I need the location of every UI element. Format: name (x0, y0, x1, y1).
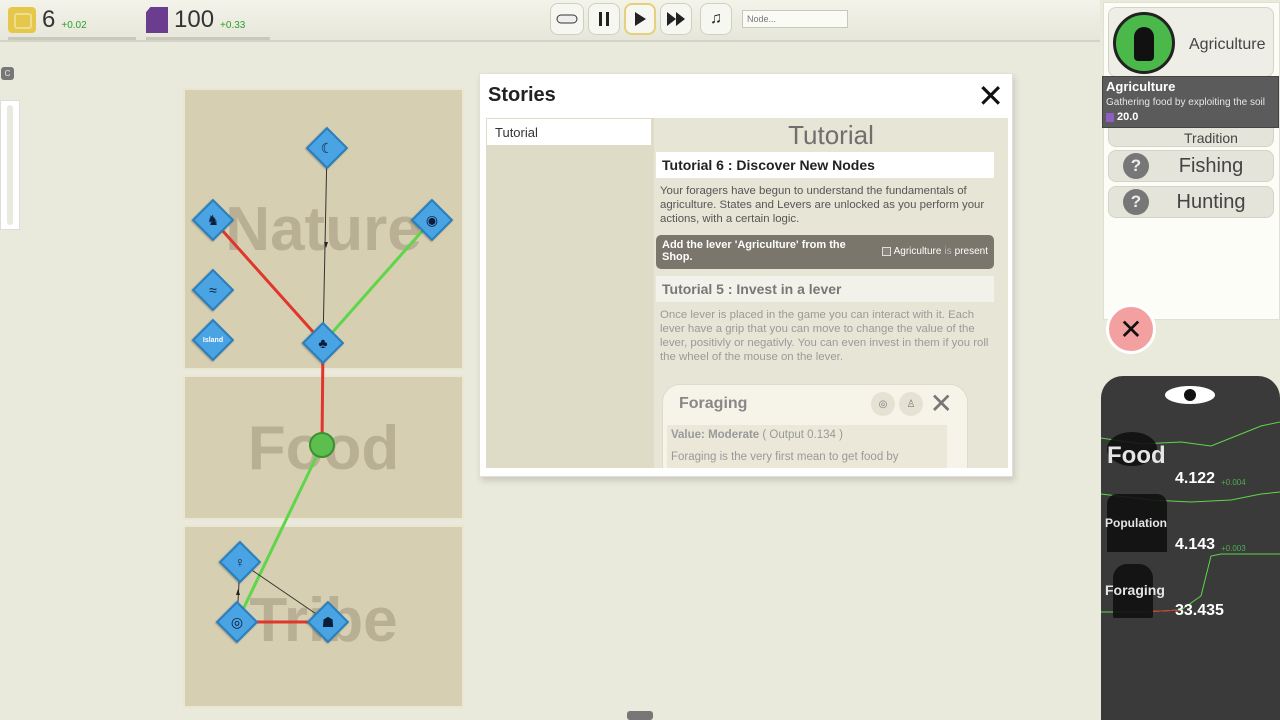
question-icon: ? (1123, 153, 1149, 179)
tooltip-cost: 20.0 (1106, 111, 1275, 123)
stats-panel: Food 4.122 +0.004 Population 4.143 +0.00… (1101, 376, 1280, 720)
island-label: Island (202, 336, 224, 344)
knowledge-resource: 100 +0.33 (146, 4, 270, 40)
population-stat-value: 4.143 (1175, 536, 1216, 553)
story-list: Tutorial (486, 118, 652, 468)
knowledge-icon (146, 7, 168, 33)
knowledge-delta: +0.33 (220, 19, 246, 31)
tooltip-cost-value: 20.0 (1117, 111, 1139, 123)
story-content[interactable]: Tutorial Tutorial 6 : Discover New Nodes… (654, 118, 1008, 468)
music-note-icon: ♫ (710, 10, 722, 27)
c-tag[interactable]: C (1, 67, 14, 80)
hunting-lever-button[interactable]: ? Hunting (1108, 186, 1274, 218)
target-icon[interactable]: ◎ (871, 392, 895, 416)
goal-checkbox (881, 247, 891, 256)
moon-icon: ☾ (320, 139, 334, 156)
pregnant-woman-icon: ♀ (234, 554, 246, 570)
stories-title: Stories (488, 84, 556, 106)
food-stat-value: 4.122 (1175, 470, 1216, 487)
coin-icon (8, 7, 36, 33)
node-search-input[interactable] (742, 10, 848, 28)
fast-forward-icon (667, 12, 685, 26)
food-stat-delta: +0.004 (1221, 478, 1246, 487)
population-stat-delta: +0.003 (1221, 544, 1246, 553)
fire-icon: ◉ (425, 211, 439, 228)
close-foraging-card-button[interactable]: ✕ (930, 387, 953, 420)
forager-icon[interactable]: ♙ (899, 392, 923, 416)
water-icon: ≈ (209, 282, 217, 298)
foraging-text: Foraging is the very first mean to get f… (671, 451, 899, 463)
people-icon: ☗ (321, 613, 335, 630)
top-bar: 6 +0.02 100 +0.33 ♫ (0, 0, 1100, 42)
tooltip-title: Agriculture (1106, 79, 1176, 94)
close-icon: ✕ (1119, 313, 1143, 345)
close-stories-button[interactable]: ✕ (977, 78, 1004, 114)
task-goal: Agriculture is present (881, 246, 988, 257)
remove-lever-button[interactable]: ✕ (1106, 304, 1156, 354)
money-value: 6 (42, 6, 56, 33)
foraging-card-title: Foraging (679, 395, 748, 412)
tutorial-task: Add the lever 'Agriculture' from the Sho… (656, 235, 994, 269)
foraging-output: ( Output 0.134 ) (762, 429, 843, 441)
close-icon: ✕ (929, 388, 953, 419)
close-icon: ✕ (977, 78, 1004, 114)
target-icon: ◎ (230, 613, 244, 630)
scroll-icon (556, 14, 578, 24)
foraging-stat-name: Foraging (1105, 582, 1165, 598)
foraging-card-icons: ◎ ♙ (871, 392, 923, 416)
goal-is: is (944, 246, 952, 257)
fishing-lever-button[interactable]: ? Fishing (1108, 150, 1274, 182)
story-item-tutorial[interactable]: Tutorial (487, 119, 651, 145)
bottom-panel-handle[interactable] (627, 711, 653, 720)
money-resource: 6 +0.02 (8, 4, 136, 40)
tutorial-6-title: Tutorial 6 : Discover New Nodes (656, 152, 994, 178)
lever-shop-panel: Agriculture Tradition ? Fishing ? Huntin… (1103, 2, 1280, 320)
music-button[interactable]: ♫ (700, 3, 732, 35)
agriculture-icon (1113, 12, 1175, 74)
stories-body: Tutorial Tutorial Tutorial 6 : Discover … (486, 118, 1008, 468)
play-button[interactable] (624, 3, 656, 35)
tooltip-description: Gathering food by exploiting the soil (1106, 97, 1265, 108)
game-controls: ♫ (550, 3, 848, 35)
left-scrollbar[interactable] (0, 100, 20, 230)
money-delta: +0.02 (61, 19, 87, 31)
deer-icon: ♞ (206, 211, 220, 228)
tutorial-6-text: Your foragers have begun to understand t… (660, 185, 985, 225)
foraging-card-body: Value: Moderate ( Output 0.134 ) Foragin… (667, 425, 947, 468)
food-stat-name: Food (1107, 442, 1166, 469)
agriculture-tooltip: Agriculture Gathering food by exploiting… (1102, 76, 1279, 128)
money-bar (8, 37, 136, 40)
knowledge-bar (146, 37, 270, 40)
story-section-title: Tutorial (788, 120, 874, 150)
forest-icon: ♣ (318, 335, 328, 351)
hunting-label: Hunting (1176, 190, 1246, 213)
knowledge-icon (1106, 112, 1114, 122)
fishing-label: Fishing (1178, 154, 1244, 177)
agriculture-lever-button[interactable]: Agriculture (1108, 7, 1274, 77)
stories-window: Stories ✕ Tutorial Tutorial Tutorial 6 :… (479, 73, 1013, 477)
agriculture-label: Agriculture (1189, 36, 1266, 53)
foraging-stat-value: 33.435 (1175, 602, 1224, 619)
foraging-lever-card: Foraging ◎ ♙ ✕ Value: Moderate ( Output … (662, 384, 968, 468)
tutorial-5-text: Once lever is placed in the game you can… (660, 309, 989, 363)
pause-button[interactable] (588, 3, 620, 35)
play-icon (635, 12, 646, 26)
question-icon: ? (1123, 189, 1149, 215)
foraging-value-label: Value: Moderate (671, 429, 760, 441)
scroll-icon-button[interactable] (550, 3, 584, 35)
task-text: Add the lever 'Agriculture' from the Sho… (662, 239, 846, 263)
pause-icon (599, 12, 609, 26)
population-stat-name: Population (1105, 516, 1167, 530)
fast-forward-button[interactable] (660, 3, 692, 35)
goal-name: Agriculture (893, 246, 942, 257)
knowledge-value: 100 (174, 6, 215, 33)
goal-state: present (954, 246, 988, 257)
node-food[interactable] (309, 432, 335, 458)
tutorial-5-title: Tutorial 5 : Invest in a lever (656, 276, 994, 302)
